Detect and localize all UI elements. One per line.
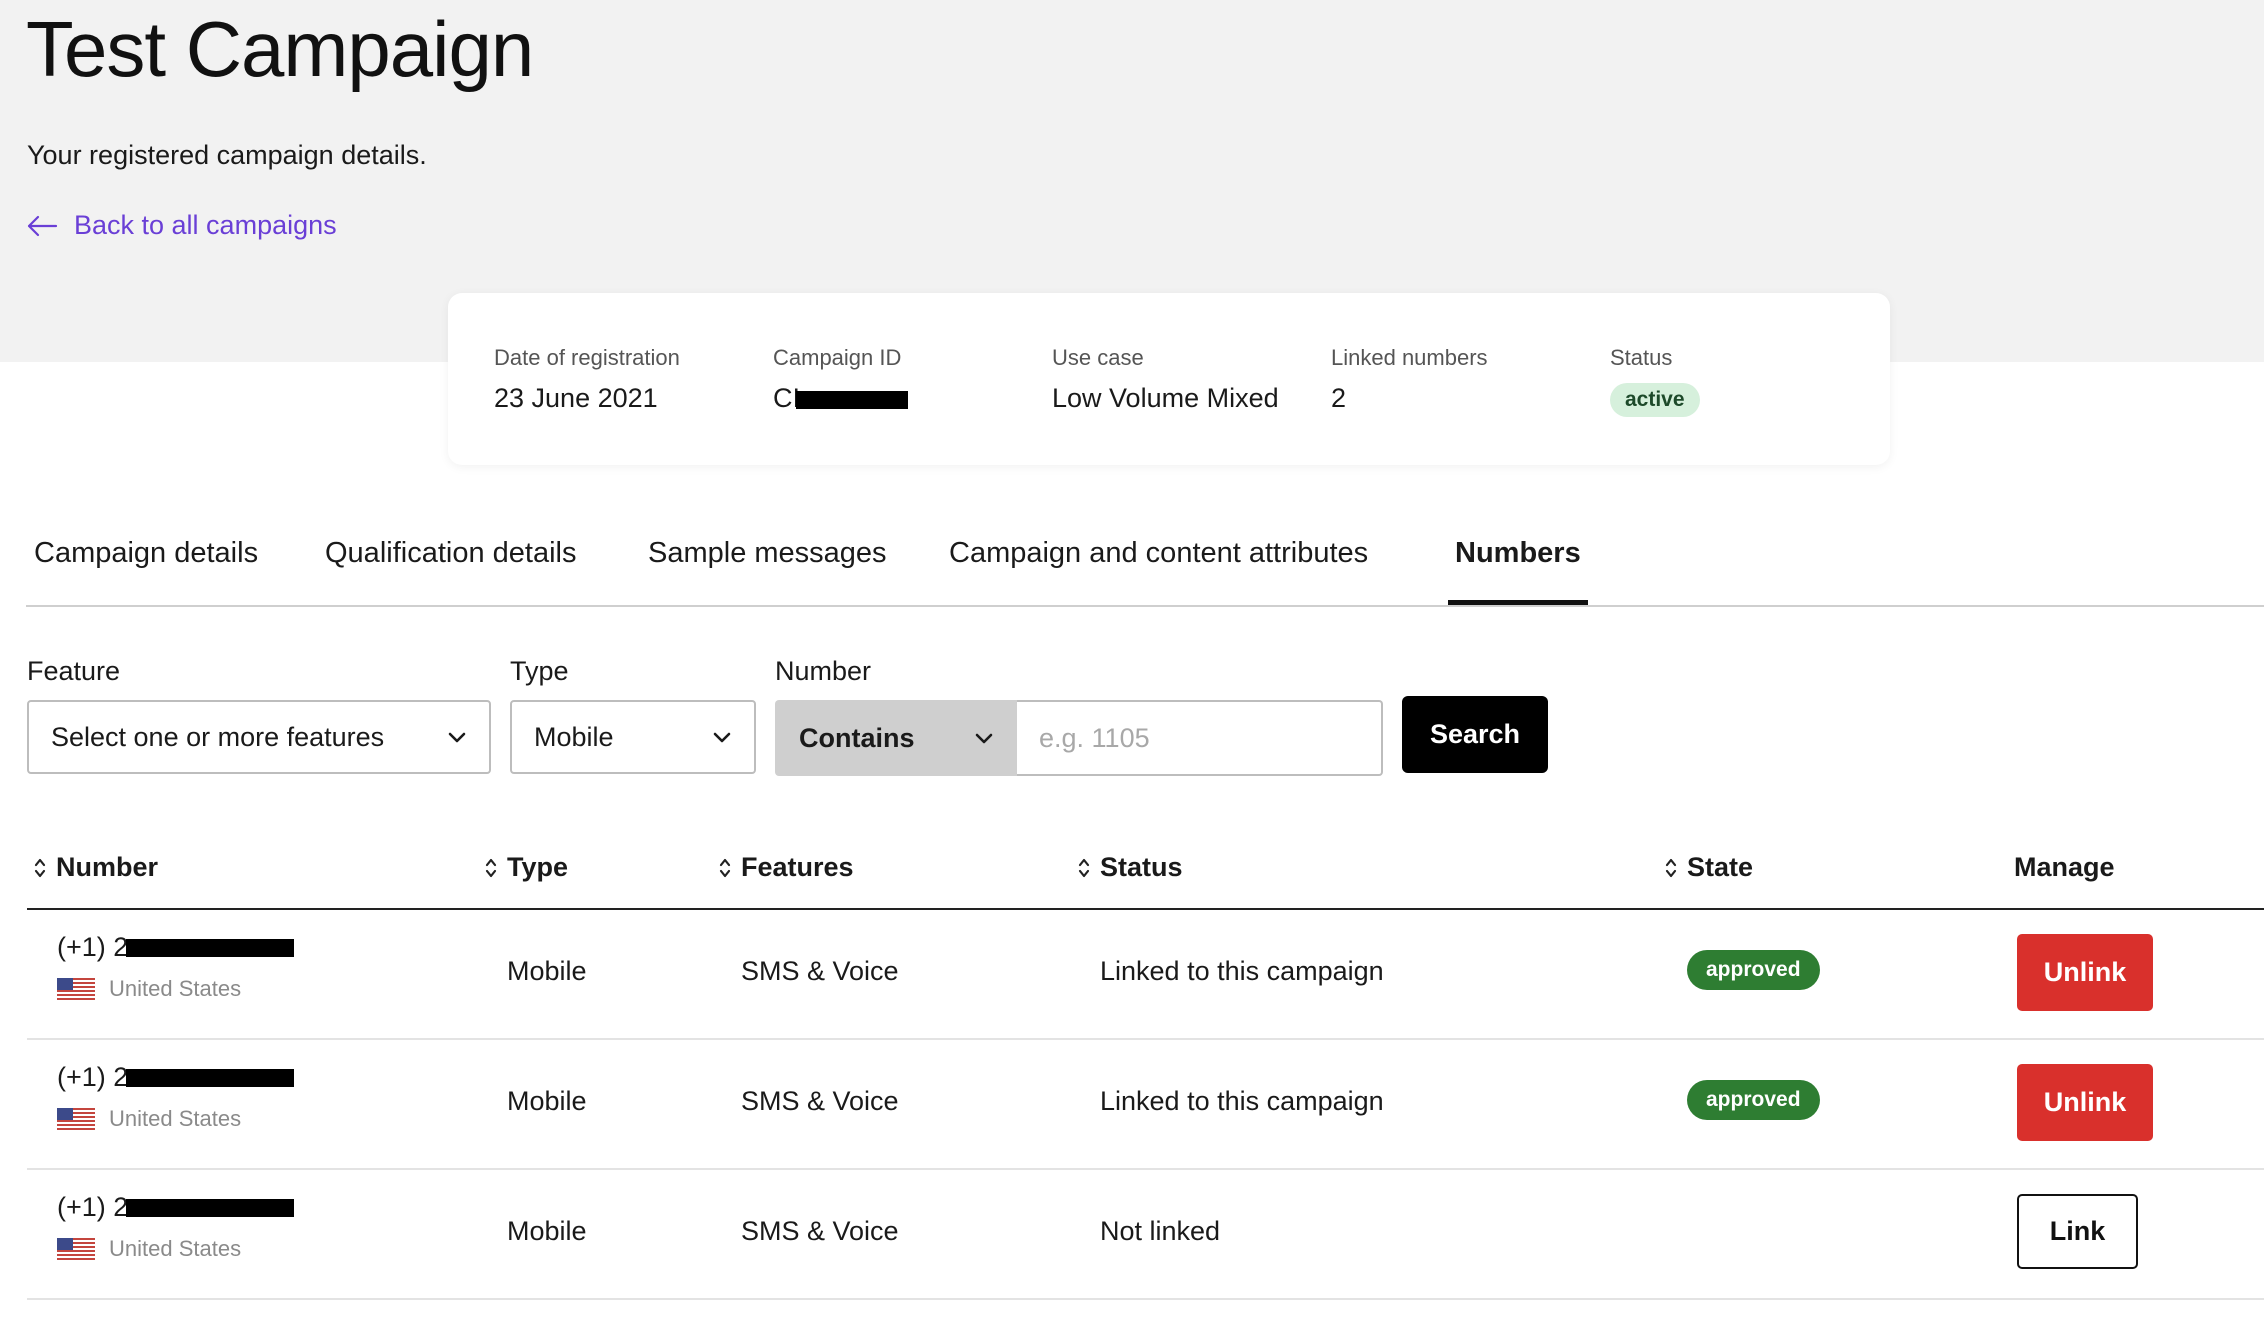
country-name: United States	[109, 976, 242, 1001]
country-name: United States	[109, 1106, 242, 1131]
arrow-left-icon	[27, 215, 58, 236]
number-type: Mobile	[507, 956, 587, 986]
state-badge: approved	[1687, 950, 1820, 990]
linked-numbers-value: 2	[1331, 383, 1347, 413]
column-header-number[interactable]: Number	[34, 852, 158, 883]
type-filter-label: Type	[510, 656, 569, 686]
chevron-down-icon	[448, 732, 466, 743]
column-header-label: Status	[1100, 852, 1183, 882]
number-features: SMS & Voice	[741, 1086, 899, 1116]
table-header: Number Type Features Status State Manage	[27, 838, 2264, 910]
tab-bar: Campaign details Qualification details S…	[26, 525, 2264, 607]
sort-icon	[1665, 858, 1677, 877]
sort-icon	[719, 858, 731, 877]
number-type: Mobile	[507, 1086, 587, 1116]
use-case-label: Use case	[1052, 345, 1144, 370]
unlink-button[interactable]: Unlink	[2017, 1064, 2153, 1141]
numbers-table: Number Type Features Status State Manage…	[27, 838, 2264, 1300]
registration-date-label: Date of registration	[494, 345, 680, 370]
number-features: SMS & Voice	[741, 956, 899, 986]
column-header-label: Number	[56, 852, 159, 882]
phone-number-prefix: (+1) 2	[57, 1062, 129, 1092]
registration-date: Date of registration 23 June 2021	[494, 345, 680, 414]
phone-number-prefix: (+1) 2	[57, 932, 129, 962]
feature-select[interactable]: Select one or more features	[27, 700, 491, 774]
use-case: Use case Low Volume Mixed	[1052, 345, 1279, 414]
link-status: Not linked	[1100, 1216, 1221, 1246]
feature-select-value: Select one or more features	[51, 721, 385, 752]
phone-number: (+1) 2	[57, 932, 295, 963]
page-title: Test Campaign	[26, 5, 534, 93]
tab-qualification-details[interactable]: Qualification details	[325, 537, 576, 600]
campaign-status-label: Status	[1610, 345, 1673, 370]
linked-numbers: Linked numbers 2	[1331, 345, 1488, 414]
chevron-down-icon	[713, 732, 731, 743]
sort-icon	[485, 858, 497, 877]
country-name: United States	[109, 1236, 242, 1261]
chevron-down-icon	[975, 733, 993, 744]
column-header-type[interactable]: Type	[485, 852, 568, 883]
unlink-button[interactable]: Unlink	[2017, 934, 2153, 1011]
campaign-id-label: Campaign ID	[773, 345, 902, 370]
campaign-id: Campaign ID CI	[773, 345, 908, 414]
redaction-bar	[126, 1068, 295, 1087]
campaign-summary-card: Date of registration 23 June 2021 Campai…	[448, 293, 1890, 465]
page-subtitle: Your registered campaign details.	[27, 140, 427, 170]
type-select-value: Mobile	[534, 721, 614, 752]
table-row: (+1) 2 United States Mobile SMS & Voice …	[27, 1170, 2264, 1300]
number-country: United States	[57, 1106, 241, 1132]
table-row: (+1) 2 United States Mobile SMS & Voice …	[27, 910, 2264, 1040]
sort-icon	[34, 858, 46, 877]
sort-icon	[1078, 858, 1090, 877]
column-header-label: State	[1687, 852, 1754, 882]
column-header-status[interactable]: Status	[1078, 852, 1183, 883]
us-flag-icon	[57, 1238, 95, 1260]
redaction-bar	[126, 1198, 295, 1217]
number-filter-label: Number	[775, 656, 872, 686]
number-search-input[interactable]	[1017, 700, 1383, 776]
use-case-value: Low Volume Mixed	[1052, 383, 1279, 413]
link-button[interactable]: Link	[2017, 1194, 2138, 1269]
number-match-select[interactable]: Contains	[775, 700, 1018, 776]
number-country: United States	[57, 976, 241, 1002]
phone-number: (+1) 2	[57, 1062, 295, 1093]
linked-numbers-label: Linked numbers	[1331, 345, 1488, 370]
tab-sample-messages[interactable]: Sample messages	[648, 537, 887, 600]
link-status: Linked to this campaign	[1100, 956, 1384, 986]
tab-campaign-details[interactable]: Campaign details	[34, 537, 258, 600]
column-header-manage: Manage	[2014, 852, 2115, 883]
number-type: Mobile	[507, 1216, 587, 1246]
status-badge: active	[1610, 383, 1700, 417]
type-select[interactable]: Mobile	[510, 700, 756, 774]
column-header-label: Type	[507, 852, 569, 882]
number-features: SMS & Voice	[741, 1216, 899, 1246]
phone-number: (+1) 2	[57, 1192, 295, 1223]
feature-filter-label: Feature	[27, 656, 121, 686]
redaction-bar	[126, 938, 295, 957]
phone-number-prefix: (+1) 2	[57, 1192, 129, 1222]
link-status: Linked to this campaign	[1100, 1086, 1384, 1116]
redaction-bar	[796, 390, 908, 409]
us-flag-icon	[57, 1108, 95, 1130]
tab-campaign-content-attributes[interactable]: Campaign and content attributes	[949, 537, 1368, 600]
campaign-id-value-row: CI	[773, 383, 908, 414]
registration-date-value: 23 June 2021	[494, 383, 658, 413]
back-to-campaigns-link[interactable]: Back to all campaigns	[26, 210, 337, 241]
number-match-value: Contains	[799, 722, 915, 753]
column-header-features[interactable]: Features	[719, 852, 854, 883]
column-header-label: Manage	[2014, 852, 2115, 882]
table-row: (+1) 2 United States Mobile SMS & Voice …	[27, 1040, 2264, 1170]
search-button[interactable]: Search	[1402, 696, 1548, 773]
us-flag-icon	[57, 978, 95, 1000]
number-country: United States	[57, 1236, 241, 1262]
state-badge: approved	[1687, 1080, 1820, 1120]
column-header-state[interactable]: State	[1665, 852, 1753, 883]
back-link-label: Back to all campaigns	[74, 210, 337, 240]
column-header-label: Features	[741, 852, 854, 882]
campaign-status: Status active	[1610, 345, 1700, 417]
tab-numbers[interactable]: Numbers	[1448, 537, 1588, 605]
